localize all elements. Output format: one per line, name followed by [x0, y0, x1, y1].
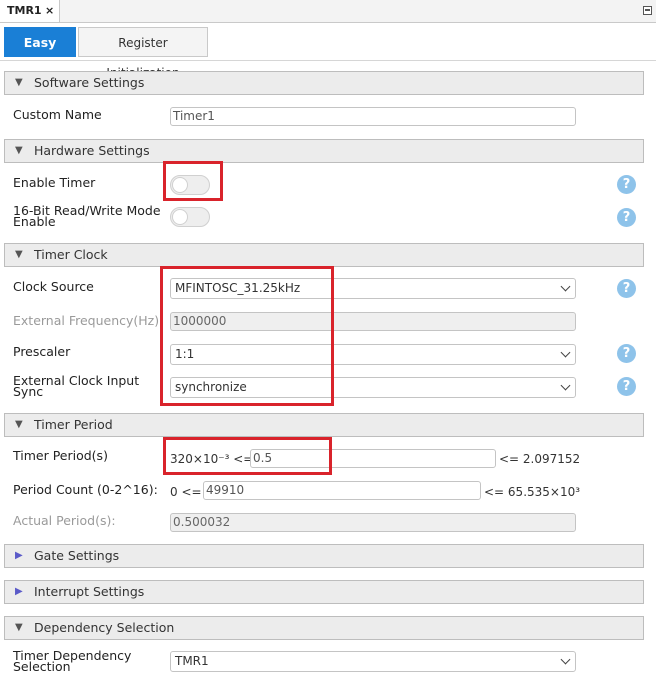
rw16-label-line2: Enable: [13, 214, 56, 229]
section-gate-settings[interactable]: ▶ Gate Settings: [4, 544, 644, 568]
timer-period-max: <= 2.097152: [499, 452, 581, 466]
tab-tmr1-label: TMR1: [7, 4, 42, 17]
collapse-caret-icon: ▼: [15, 145, 23, 156]
dependency-label-line2: Selection: [13, 659, 71, 674]
enable-timer-label: Enable Timer: [13, 175, 96, 190]
timer-dependency-value: TMR1: [175, 654, 209, 668]
section-title: Dependency Selection: [34, 620, 175, 635]
chevron-down-icon: [560, 380, 571, 391]
section-title: Software Settings: [34, 75, 145, 90]
timer-dependency-select[interactable]: TMR1: [170, 651, 576, 672]
highlight-box-enable-timer: [163, 161, 223, 201]
section-timer-clock[interactable]: ▼ Timer Clock: [4, 243, 644, 267]
expand-caret-icon: ▶: [15, 586, 23, 597]
minimize-icon[interactable]: [643, 6, 652, 15]
ext-sync-label-line2: Sync: [13, 384, 44, 399]
section-hardware-settings[interactable]: ▼ Hardware Settings: [4, 139, 644, 163]
timer-period-label: Timer Period(s): [13, 448, 108, 463]
section-interrupt-settings[interactable]: ▶ Interrupt Settings: [4, 580, 644, 604]
help-icon[interactable]: ?: [617, 175, 636, 194]
collapse-caret-icon: ▼: [15, 249, 23, 260]
section-title: Timer Period: [34, 417, 113, 432]
period-count-min: 0 <=: [170, 485, 202, 499]
period-count-input[interactable]: 49910: [203, 481, 481, 500]
view-tabs: Easy View Register Initialization: [0, 24, 656, 80]
collapse-caret-icon: ▼: [15, 77, 23, 88]
tab-register-initialization[interactable]: Register Initialization: [78, 27, 208, 80]
close-icon[interactable]: ×: [45, 0, 54, 22]
document-tab-bar: TMR1 ×: [0, 0, 656, 23]
section-title: Gate Settings: [34, 548, 120, 563]
toggle-knob: [172, 209, 188, 225]
section-software-settings[interactable]: ▼ Software Settings: [4, 71, 644, 95]
help-icon[interactable]: ?: [617, 208, 636, 227]
highlight-box-timer-clock: [160, 266, 334, 406]
chevron-down-icon: [560, 654, 571, 665]
prescaler-label: Prescaler: [13, 344, 71, 359]
help-icon[interactable]: ?: [617, 377, 636, 396]
section-title: Timer Clock: [34, 247, 108, 262]
external-frequency-label: External Frequency(Hz):: [13, 313, 164, 328]
section-title: Hardware Settings: [34, 143, 150, 158]
chevron-down-icon: [560, 281, 571, 292]
section-timer-period[interactable]: ▼ Timer Period: [4, 413, 644, 437]
rw16-toggle[interactable]: [170, 207, 210, 227]
highlight-box-timer-period: [163, 437, 332, 475]
section-dependency-selection[interactable]: ▼ Dependency Selection: [4, 616, 644, 640]
expand-caret-icon: ▶: [15, 550, 23, 561]
collapse-caret-icon: ▼: [15, 419, 23, 430]
chevron-down-icon: [560, 347, 571, 358]
tab-easy-view[interactable]: Easy View: [4, 27, 76, 80]
actual-period-label: Actual Period(s):: [13, 513, 116, 528]
tab-tmr1[interactable]: TMR1 ×: [0, 0, 60, 22]
help-icon[interactable]: ?: [617, 279, 636, 298]
help-icon[interactable]: ?: [617, 344, 636, 363]
section-title: Interrupt Settings: [34, 584, 145, 599]
clock-source-label: Clock Source: [13, 279, 94, 294]
period-count-max: <= 65.535×10³: [484, 485, 581, 499]
actual-period-input: 0.500032: [170, 513, 576, 532]
period-count-label: Period Count (0-2^16):: [13, 482, 158, 497]
custom-name-input[interactable]: Timer1: [170, 107, 576, 126]
collapse-caret-icon: ▼: [15, 622, 23, 633]
custom-name-label: Custom Name: [13, 107, 102, 122]
